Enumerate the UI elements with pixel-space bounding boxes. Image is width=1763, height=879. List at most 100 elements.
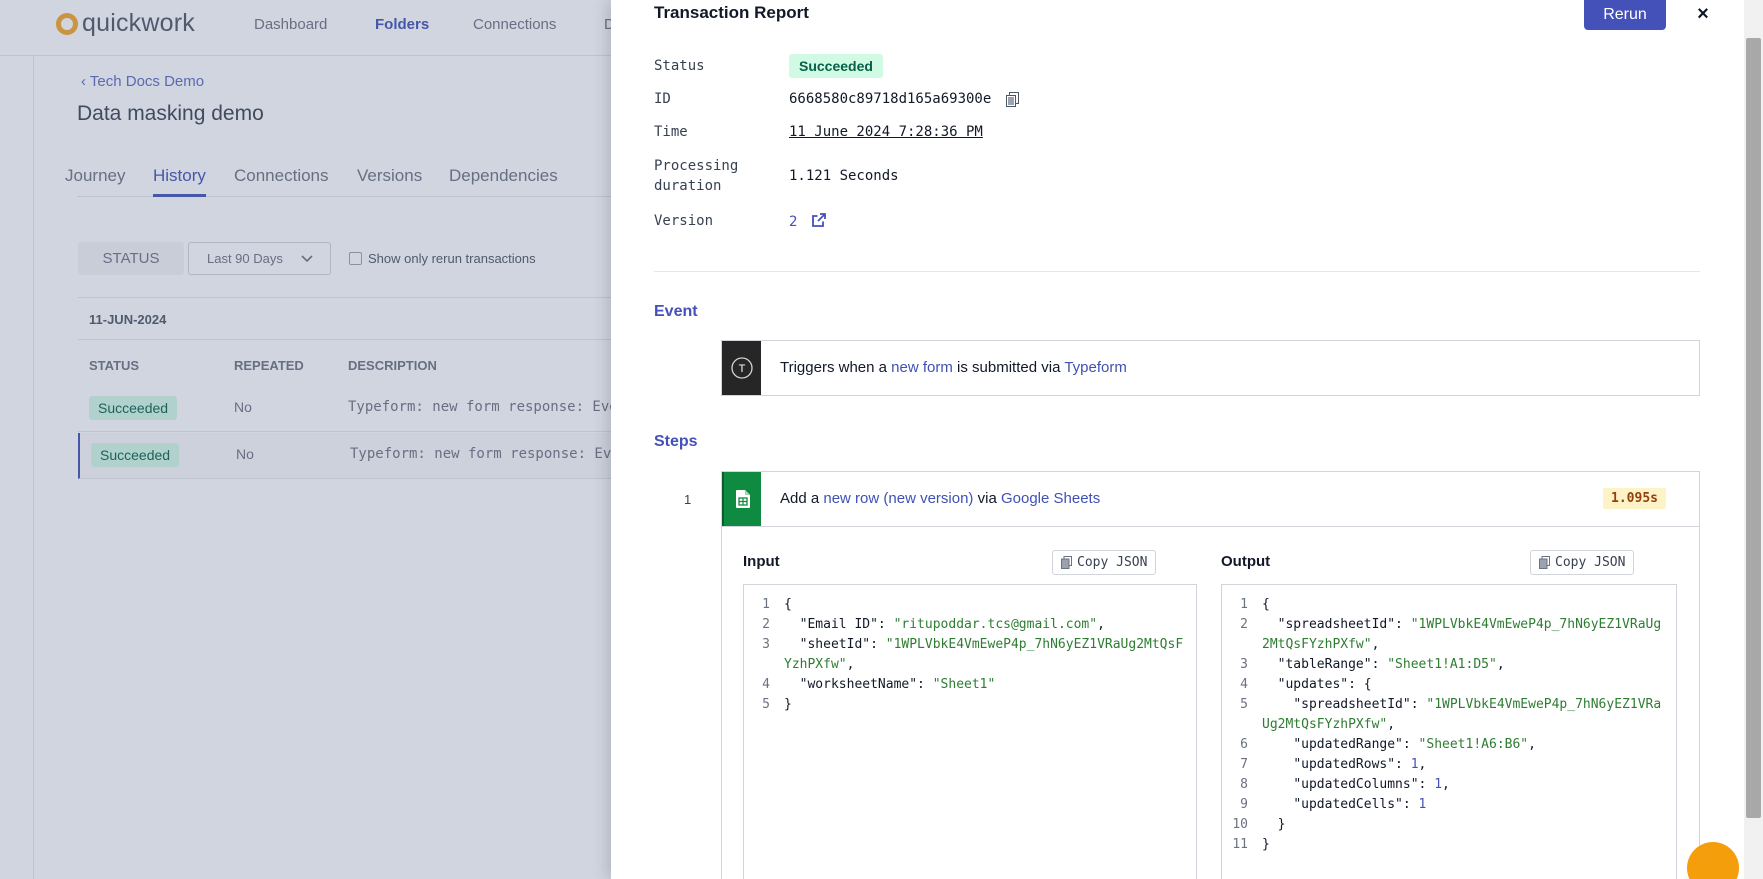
code-token: "Sheet1!A6:B6": [1418, 737, 1529, 752]
code-text: "updates": {: [1262, 675, 1380, 695]
code-text: "updatedRows": 1,: [1262, 755, 1434, 775]
step-duration-badge: 1.095s: [1603, 488, 1666, 509]
line-number: 2: [762, 617, 770, 632]
code-token: ,: [1371, 637, 1380, 652]
line-number: 4: [1240, 677, 1248, 692]
id-label: ID: [654, 91, 671, 107]
scrollbar-thumb[interactable]: [1746, 38, 1761, 818]
transaction-report-drawer: Transaction Report Rerun × Status Succee…: [611, 0, 1744, 879]
code-token: ,: [1496, 657, 1505, 672]
code-line: 11}: [1222, 835, 1676, 855]
code-line: 10 }: [1222, 815, 1676, 835]
code-line: 3 "tableRange": "Sheet1!A1:D5",: [1222, 655, 1676, 675]
code-line: 4 "worksheetName": "Sheet1": [744, 675, 1196, 695]
code-line: 5 "spreadsheetId": "1WPLVbkE4VmEweP4p_7h…: [1222, 695, 1676, 735]
code-line: 2 "Email ID": "ritupoddar.tcs@gmail.com"…: [744, 615, 1196, 635]
line-number: 3: [1240, 657, 1248, 672]
code-text: "updatedColumns": 1,: [1262, 775, 1458, 795]
line-number: 10: [1232, 817, 1248, 832]
input-json-viewer[interactable]: 1{2 "Email ID": "ritupoddar.tcs@gmail.co…: [743, 584, 1197, 879]
event-description: Triggers when a new form is submitted vi…: [780, 359, 1127, 376]
code-token: "Sheet1!A1:D5": [1387, 657, 1497, 672]
step-io-panel: Input Copy JSON 1{2 "Email ID": "ritupod…: [721, 526, 1700, 879]
step-action-link[interactable]: new row (new version): [823, 490, 973, 507]
code-token: ,: [1097, 617, 1105, 632]
drawer-title: Transaction Report: [654, 3, 809, 22]
transaction-id-row: 6668580c89718d165a69300e: [789, 91, 1019, 107]
code-token: "updatedColumns":: [1262, 777, 1435, 792]
code-token: {: [1262, 597, 1270, 612]
code-line: 7 "updatedRows": 1,: [1222, 755, 1676, 775]
code-token: 1: [1410, 757, 1419, 772]
code-text: "spreadsheetId": "1WPLVbkE4VmEweP4p_7hN6…: [1262, 695, 1676, 735]
event-trigger-link[interactable]: new form: [891, 359, 953, 376]
code-line: 2 "spreadsheetId": "1WPLVbkE4VmEweP4p_7h…: [1222, 615, 1676, 655]
code-token: ,: [1442, 777, 1450, 792]
version-link-row[interactable]: 2: [789, 213, 826, 230]
transaction-id: 6668580c89718d165a69300e: [789, 91, 992, 107]
copy-icon: [1061, 556, 1072, 569]
code-text: }: [1262, 815, 1293, 835]
code-token: "Email ID":: [784, 617, 894, 632]
line-number: 5: [762, 697, 770, 712]
code-token: "Sheet1": [932, 677, 996, 692]
code-line: 1{: [744, 595, 1196, 615]
step-number: 1: [684, 492, 692, 507]
external-link-icon[interactable]: [811, 213, 826, 227]
step-card[interactable]: Add a new row (new version) via Google S…: [721, 471, 1700, 527]
typeform-icon: T: [722, 341, 761, 395]
line-number: 11: [1232, 837, 1248, 852]
event-middle: is submitted via: [957, 359, 1061, 376]
code-line: 4 "updates": {: [1222, 675, 1676, 695]
copy-input-json-label: Copy JSON: [1077, 555, 1148, 570]
time-label: Time: [654, 124, 688, 140]
code-token: "ritupoddar.tcs@gmail.com": [893, 617, 1098, 632]
code-text: "updatedRange": "Sheet1!A6:B6",: [1262, 735, 1544, 755]
line-number: 5: [1240, 697, 1248, 712]
copy-input-json-button[interactable]: Copy JSON: [1052, 550, 1157, 575]
code-text: "spreadsheetId": "1WPLVbkE4VmEweP4p_7hN6…: [1262, 615, 1676, 655]
line-number: 3: [762, 637, 770, 652]
line-number: 2: [1240, 617, 1248, 632]
google-sheets-icon: [722, 472, 761, 526]
close-icon[interactable]: ×: [1689, 1, 1717, 27]
version-link[interactable]: 2: [789, 214, 797, 230]
code-text: "Email ID": "ritupoddar.tcs@gmail.com",: [784, 615, 1113, 635]
code-line: 6 "updatedRange": "Sheet1!A6:B6",: [1222, 735, 1676, 755]
step-app-link[interactable]: Google Sheets: [1001, 490, 1100, 507]
code-text: }: [784, 695, 800, 715]
event-section-title: Event: [654, 303, 698, 320]
code-text: {: [1262, 595, 1278, 615]
code-token: "updatedCells":: [1262, 797, 1419, 812]
code-token: "updatedRange":: [1262, 737, 1419, 752]
code-token: {: [784, 597, 792, 612]
code-token: }: [1262, 817, 1286, 832]
transaction-time[interactable]: 11 June 2024 7:28:36 PM: [789, 124, 983, 140]
code-token: ,: [1418, 757, 1427, 772]
version-label: Version: [654, 213, 714, 229]
line-number: 6: [1240, 737, 1248, 752]
copy-output-json-button[interactable]: Copy JSON: [1530, 550, 1635, 575]
copy-icon: [1539, 556, 1550, 569]
code-token: }: [1262, 837, 1270, 852]
code-text: "worksheetName": "Sheet1": [784, 675, 1003, 695]
steps-section-title: Steps: [654, 433, 698, 450]
event-card[interactable]: T Triggers when a new form is submitted …: [721, 340, 1700, 396]
step-description: Add a new row (new version) via Google S…: [780, 490, 1100, 507]
code-token: ,: [846, 657, 855, 672]
processing-label-line1: Processing: [654, 158, 739, 174]
copy-output-json-label: Copy JSON: [1555, 555, 1626, 570]
code-token: 1: [1434, 777, 1443, 792]
output-json-viewer[interactable]: 1 {2 "spreadsheetId": "1WPLVbkE4VmEweP4p_…: [1221, 584, 1677, 879]
code-token: "updatedRows":: [1262, 757, 1411, 772]
line-number: 8: [1240, 777, 1248, 792]
copy-icon[interactable]: [1005, 91, 1019, 107]
rerun-button[interactable]: Rerun: [1584, 0, 1666, 30]
status-badge: Succeeded: [789, 54, 883, 78]
event-app-link[interactable]: Typeform: [1064, 359, 1127, 376]
input-title: Input: [743, 553, 780, 570]
line-number: 7: [1240, 757, 1248, 772]
line-number: 1: [762, 597, 770, 612]
code-token: "sheetId":: [784, 637, 886, 652]
code-token: "worksheetName":: [784, 677, 933, 692]
